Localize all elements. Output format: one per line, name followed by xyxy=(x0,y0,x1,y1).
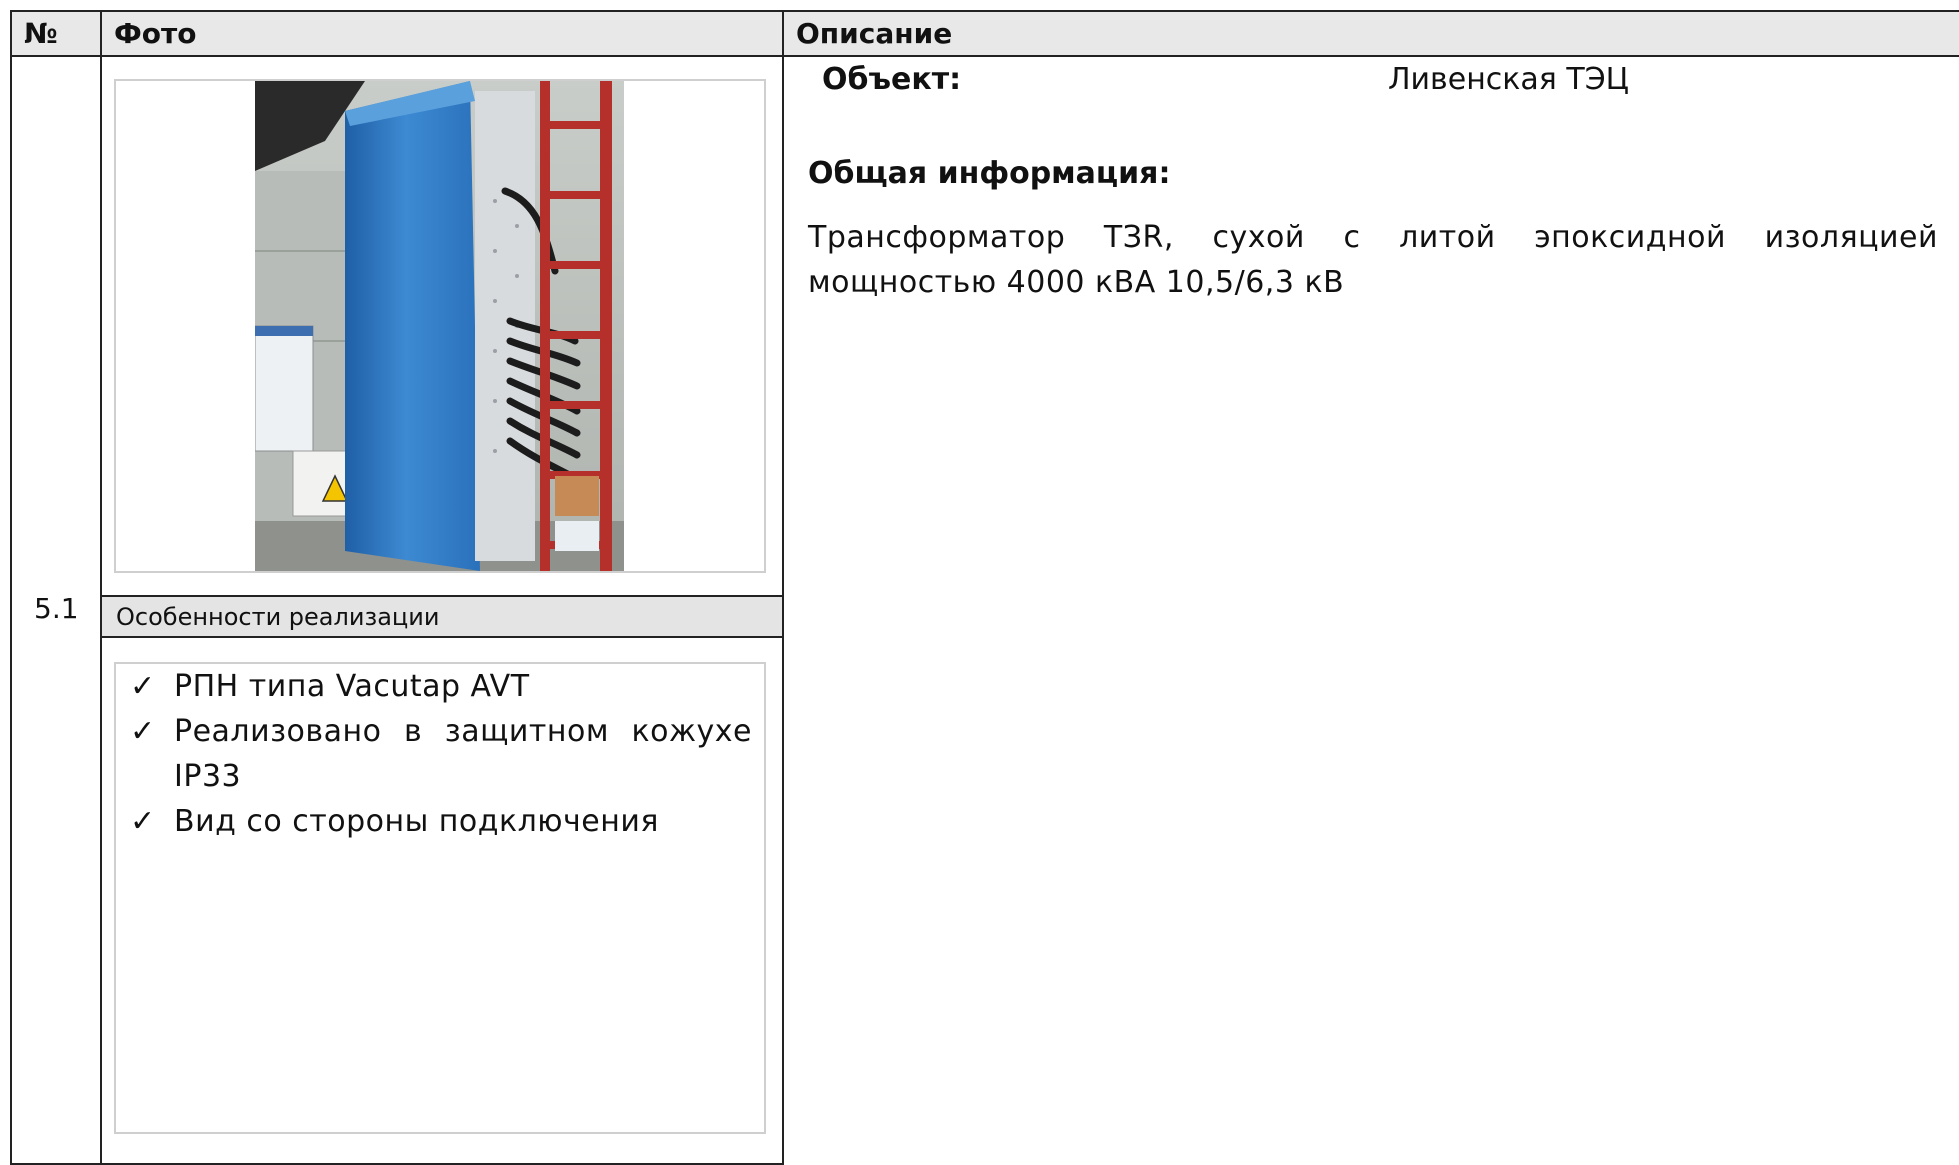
feature-text: Вид со стороны подключения xyxy=(174,804,659,839)
list-item: ✓ РПН типа Vacutap AVT xyxy=(128,664,752,709)
header-photo-label: Фото xyxy=(114,17,197,50)
header-number-label: № xyxy=(24,17,58,50)
header-number: № xyxy=(10,10,102,57)
general-info-label: Общая информация: xyxy=(808,156,1171,191)
features-header-label: Особенности реализации xyxy=(116,602,440,631)
header-photo: Фото xyxy=(100,10,784,57)
checkmark-icon: ✓ xyxy=(130,714,156,749)
features-list: ✓ РПН типа Vacutap AVT ✓ Реализовано в з… xyxy=(128,664,752,844)
list-item: ✓ Реализовано в защитном кожухе IP33 xyxy=(128,709,752,799)
checkmark-icon: ✓ xyxy=(130,804,156,839)
transformer-photo xyxy=(255,81,624,571)
general-info-text: Трансформатор ТЗR, сухой с литой эпоксид… xyxy=(808,220,1938,300)
list-item: ✓ Вид со стороны подключения xyxy=(128,799,752,844)
header-description-label: Описание xyxy=(796,17,953,50)
feature-text: Реализовано в защитном кожухе IP33 xyxy=(174,714,752,794)
features-header: Особенности реализации xyxy=(100,595,784,638)
row-number: 5.1 xyxy=(34,592,79,625)
header-description: Описание xyxy=(782,10,1959,57)
object-value: Ливенская ТЭЦ xyxy=(1388,62,1629,97)
object-label: Объект: xyxy=(822,62,962,97)
checkmark-icon: ✓ xyxy=(130,669,156,704)
feature-text: РПН типа Vacutap AVT xyxy=(174,669,530,704)
